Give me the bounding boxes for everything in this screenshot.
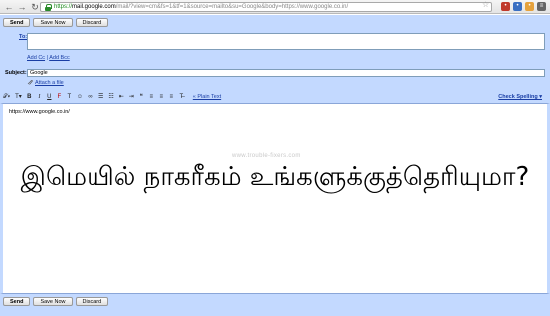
wrench-icon[interactable]: ≡ [537, 2, 546, 11]
emoticon-icon[interactable]: ☺ [77, 94, 83, 101]
add-bcc-link[interactable]: Add Bcc [49, 55, 69, 61]
numbered-list-icon[interactable]: ☰ [98, 94, 103, 101]
browser-toolbar: ← → ↻ https:// mail.google.com /mail/?vi… [0, 0, 550, 14]
bookmark-star-icon[interactable]: ☆ [482, 0, 489, 9]
quote-icon[interactable]: ❝ [139, 94, 144, 101]
save-now-button[interactable]: Save Now [33, 18, 73, 27]
text-color-icon[interactable]: F [57, 94, 62, 101]
plain-text-link[interactable]: « Plain Text [193, 94, 221, 100]
attach-file-link[interactable]: Attach a file [35, 80, 64, 86]
font-icon[interactable]: 𝒯▾ [3, 94, 10, 101]
paperclip-icon [27, 80, 33, 85]
subject-field[interactable]: Google [27, 69, 545, 77]
extension-icons: • • • ≡ [501, 2, 546, 11]
cc-bcc-links: Add Cc | Add Bcc [27, 55, 70, 61]
message-body-editor[interactable]: https://www.google.co.in/ www.trouble-fi… [0, 103, 550, 294]
discard-button[interactable]: Discard [75, 18, 109, 27]
bottom-buttons: Send Save Now Discard [3, 297, 109, 306]
link-icon[interactable]: ∞ [88, 94, 93, 101]
send-button[interactable]: Send [3, 18, 31, 27]
font-size-icon[interactable]: T▾ [15, 94, 22, 101]
lock-icon [44, 3, 52, 11]
save-now-button[interactable]: Save Now [33, 297, 73, 306]
forward-arrow-icon[interactable]: → [17, 2, 27, 12]
url-scheme: https:// [54, 4, 73, 10]
remove-formatting-icon[interactable]: T̶ [179, 94, 184, 101]
italic-icon[interactable]: I [37, 94, 42, 101]
reload-icon[interactable]: ↻ [30, 2, 40, 12]
add-cc-link[interactable]: Add Cc [27, 55, 45, 61]
body-text: https://www.google.co.in/ [9, 109, 70, 115]
check-spelling-link[interactable]: Check Spelling ▾ [498, 94, 542, 100]
attach-file[interactable]: Attach a file [27, 80, 64, 86]
align-left-icon[interactable]: ≡ [149, 94, 154, 101]
discard-button[interactable]: Discard [75, 297, 109, 306]
align-right-icon[interactable]: ≡ [169, 94, 174, 101]
highlight-icon[interactable]: T [67, 94, 72, 101]
back-arrow-icon[interactable]: ← [4, 2, 14, 12]
bold-icon[interactable]: B [27, 94, 32, 101]
subject-label: Subject: [5, 70, 27, 76]
indent-less-icon[interactable]: ⇤ [119, 94, 124, 101]
to-label[interactable]: To: [19, 34, 27, 40]
bulleted-list-icon[interactable]: ☷ [108, 94, 113, 101]
compose-header: Send Save Now Discard To: Add Cc | Add B… [0, 15, 550, 103]
top-button-bar: Send Save Now Discard [3, 18, 109, 27]
extension-icon[interactable]: • [513, 2, 522, 11]
align-center-icon[interactable]: ≡ [159, 94, 164, 101]
underline-icon[interactable]: U [47, 94, 52, 101]
to-field[interactable] [27, 33, 545, 50]
watermark: www.trouble-fixers.com [232, 153, 301, 159]
overlay-caption: இமெயில் நாகரீகம் உங்களுக்குத்தெரியுமா? [20, 162, 530, 192]
send-button[interactable]: Send [3, 297, 31, 306]
url-path: /mail/?view=cm&fs=1&tf=1&source=mailto&s… [115, 4, 349, 10]
extension-icon[interactable]: • [501, 2, 510, 11]
url-host: mail.google.com [72, 4, 116, 10]
extension-icon[interactable]: • [525, 2, 534, 11]
indent-more-icon[interactable]: ⇥ [129, 94, 134, 101]
bottom-button-bar: Send Save Now Discard [0, 294, 550, 316]
address-bar[interactable]: https:// mail.google.com /mail/?view=cm&… [40, 2, 492, 12]
formatting-toolbar: 𝒯▾ T▾ B I U F T ☺ ∞ ☰ ☷ ⇤ ⇥ ❝ ≡ ≡ ≡ T̶ «… [3, 93, 221, 101]
